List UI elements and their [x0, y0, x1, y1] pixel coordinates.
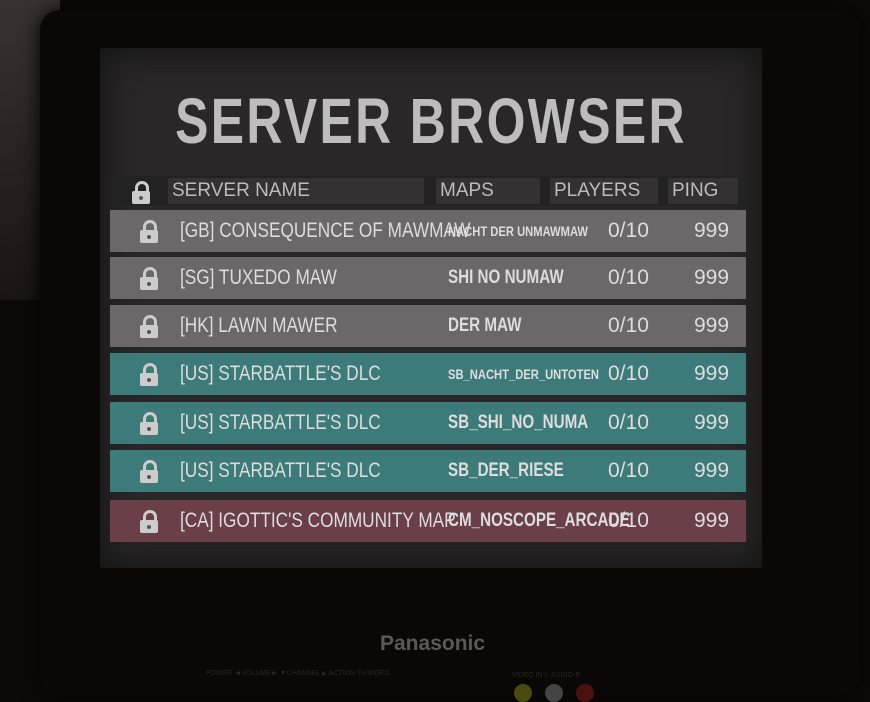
- server-row[interactable]: [GB] CONSEQUENCE OF MAWMAW NACHT DER UNM…: [110, 210, 746, 252]
- lock-icon: [140, 412, 158, 435]
- audio-left-jack: [545, 684, 563, 702]
- server-players: 0/10: [608, 509, 649, 532]
- page-title: SERVER BROWSER: [175, 85, 687, 157]
- video-jack: [514, 684, 532, 702]
- server-name: [CA] IGOTTIC'S COMMUNITY MAP: [180, 509, 456, 532]
- server-row[interactable]: [SG] TUXEDO MAW SHI NO NUMAW 0/10 999: [110, 257, 746, 299]
- lock-icon: [140, 315, 158, 338]
- server-name: [HK] LAWN MAWER: [180, 314, 338, 337]
- server-name: [GB] CONSEQUENCE OF MAWMAW: [180, 219, 471, 242]
- server-ping: 999: [694, 411, 730, 434]
- server-browser-screen: SERVER BROWSER SERVER NAME MAPS PLAYERS …: [100, 48, 762, 568]
- server-name: [US] STARBATTLE'S DLC: [180, 459, 381, 482]
- server-players: 0/10: [608, 411, 649, 434]
- tv-control-labels: POWER ◄VOLUME► ▼CHANNEL▲ ACTION TV/VIDEO: [206, 670, 390, 677]
- server-row[interactable]: [US] STARBATTLE'S DLC SB_DER_RIESE 0/10 …: [110, 450, 746, 492]
- server-map: CM_NOSCOPE_ARCADE: [448, 510, 630, 531]
- server-row[interactable]: [CA] IGOTTIC'S COMMUNITY MAP CM_NOSCOPE_…: [110, 500, 746, 542]
- server-players: 0/10: [608, 219, 649, 242]
- lock-icon: [140, 267, 158, 290]
- lock-icon: [140, 220, 158, 243]
- server-row[interactable]: [US] STARBATTLE'S DLC SB_NACHT_DER_UNTOT…: [110, 353, 746, 395]
- server-row[interactable]: [HK] LAWN MAWER DER MAW 0/10 999: [110, 305, 746, 347]
- server-map: SB_NACHT_DER_UNTOTEN: [448, 366, 600, 382]
- server-ping: 999: [694, 219, 730, 242]
- server-players: 0/10: [608, 459, 649, 482]
- server-players: 0/10: [608, 266, 649, 289]
- server-map: SHI NO NUMAW: [448, 267, 564, 288]
- tv-brand-logo: Panasonic: [380, 632, 486, 655]
- column-players[interactable]: PLAYERS: [550, 178, 658, 204]
- server-ping: 999: [694, 509, 730, 532]
- server-name: [US] STARBATTLE'S DLC: [180, 411, 381, 434]
- server-ping: 999: [694, 314, 730, 337]
- audio-right-jack: [576, 684, 594, 702]
- lock-icon: [140, 460, 158, 483]
- server-players: 0/10: [608, 314, 649, 337]
- server-map: SB_DER_RIESE: [448, 460, 564, 481]
- server-name: [US] STARBATTLE'S DLC: [180, 362, 381, 385]
- lock-icon: [140, 510, 158, 533]
- column-server-name[interactable]: SERVER NAME: [168, 178, 424, 204]
- server-players: 0/10: [608, 362, 649, 385]
- server-map: DER MAW: [448, 315, 522, 336]
- av-input-labels: VIDEO IN L-AUDIO-R: [512, 672, 581, 679]
- column-maps[interactable]: MAPS: [436, 178, 540, 204]
- server-ping: 999: [694, 266, 730, 289]
- table-header: SERVER NAME MAPS PLAYERS PING: [110, 176, 740, 206]
- lock-icon: [132, 181, 150, 204]
- server-map: NACHT DER UNMAWMAW: [448, 223, 588, 239]
- server-row[interactable]: [US] STARBATTLE'S DLC SB_SHI_NO_NUMA 0/1…: [110, 402, 746, 444]
- lock-icon: [140, 363, 158, 386]
- server-name: [SG] TUXEDO MAW: [180, 266, 337, 289]
- server-ping: 999: [694, 362, 730, 385]
- server-ping: 999: [694, 459, 730, 482]
- server-map: SB_SHI_NO_NUMA: [448, 412, 589, 433]
- column-ping[interactable]: PING: [668, 178, 738, 204]
